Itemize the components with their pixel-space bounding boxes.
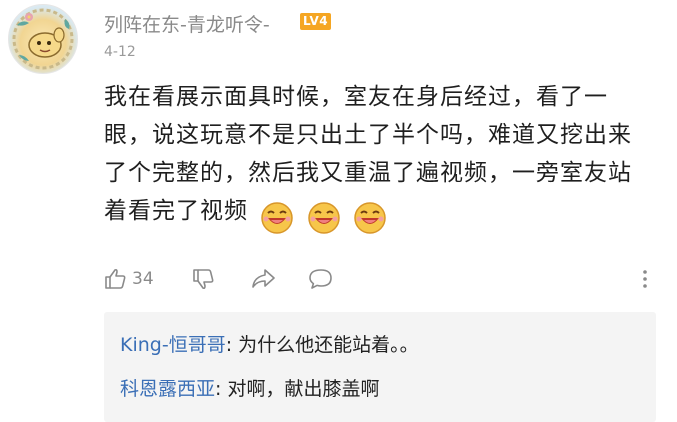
reply-list: King-恒哥哥: 为什么他还能站着。。 科恩露西亚: 对啊，献出膝盖啊 xyxy=(104,312,656,422)
laughing-face-emoji xyxy=(307,201,340,234)
avatar[interactable] xyxy=(8,4,78,74)
comment-text: 我在看展示面具时候，室友在身后经过，看了一眼，说这玩意不是只出土了半个吗，难道又… xyxy=(104,78,649,236)
thumbs-down-icon xyxy=(193,269,214,290)
more-vertical-icon xyxy=(643,270,647,288)
comment-date: 4-12 xyxy=(104,44,136,60)
avatar-image xyxy=(12,8,74,70)
emoji-row xyxy=(260,198,391,236)
reply-button[interactable] xyxy=(308,264,334,294)
reply-item[interactable]: King-恒哥哥: 为什么他还能站着。。 xyxy=(120,330,419,357)
reply-separator: : xyxy=(225,334,239,356)
reply-author[interactable]: 科恩露西亚 xyxy=(120,378,215,400)
level-badge: LV4 xyxy=(300,13,332,30)
like-button[interactable]: 34 xyxy=(104,264,154,294)
dislike-button[interactable] xyxy=(192,264,216,294)
reply-text: 对啊，献出膝盖啊 xyxy=(227,378,380,400)
share-icon xyxy=(252,269,275,288)
reply-author[interactable]: King-恒哥哥 xyxy=(120,334,226,356)
comment-actions: 34 xyxy=(104,264,654,294)
thumbs-up-icon xyxy=(105,268,126,289)
comment-icon xyxy=(309,269,332,289)
laughing-face-emoji xyxy=(354,201,386,234)
share-button[interactable] xyxy=(250,264,276,294)
reply-item[interactable]: 科恩露西亚: 对啊，献出膝盖啊 xyxy=(120,374,379,401)
more-button[interactable] xyxy=(641,264,649,294)
laughing-face-emoji xyxy=(261,201,294,234)
reply-text: 为什么他还能站着。。 xyxy=(238,334,419,356)
username[interactable]: 列阵在东-青龙听令- xyxy=(104,10,270,37)
reply-separator: : xyxy=(215,378,228,400)
like-count: 34 xyxy=(132,269,154,289)
